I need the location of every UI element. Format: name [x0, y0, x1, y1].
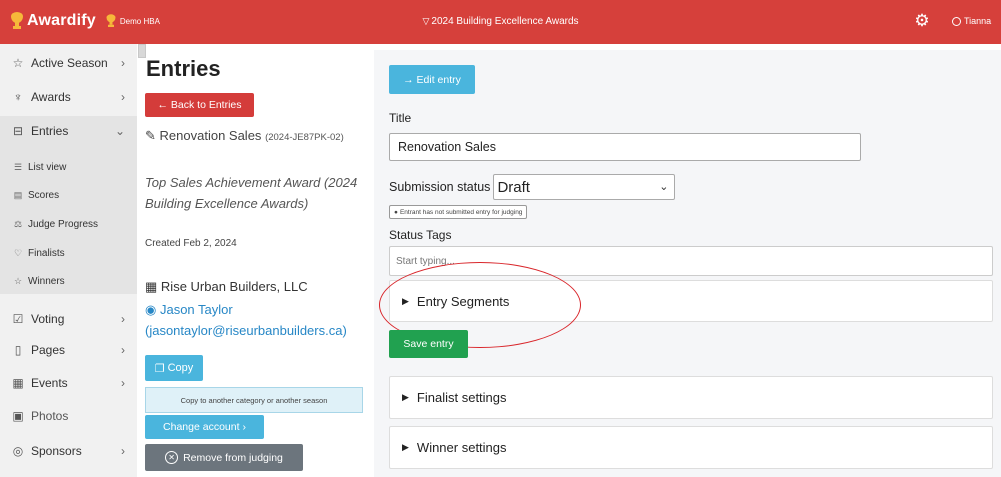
accordion-label: Entry Segments: [416, 293, 510, 309]
edit-entry-button[interactable]: → Edit entry: [389, 65, 475, 94]
entry-segments-accordion[interactable]: ▶ Entry Segments: [389, 280, 993, 322]
gavel-icon: ✕: [165, 451, 179, 464]
entry-name: Renovation Sales: [159, 128, 262, 143]
remove-from-judging-button[interactable]: ✕ Remove from judging: [145, 444, 303, 471]
user-name: Tianna: [964, 16, 992, 26]
chevron-right-icon: ›: [121, 444, 125, 458]
award-name: Top Sales Achievement Award (2024 Buildi…: [145, 175, 358, 211]
list-icon: ☰: [13, 161, 23, 172]
change-account-button[interactable]: Change account ›: [145, 415, 264, 439]
chevron-down-icon: ⌄: [114, 124, 125, 138]
file-icon: ▯: [14, 343, 22, 357]
top-navbar: Awardify Demo HBA ▽ 2024 Building Excelle…: [0, 0, 1001, 44]
contact-name: Jason Taylor: [159, 302, 233, 317]
sidebar-item-sponsors[interactable]: ◎ Sponsors ›: [0, 438, 137, 464]
accordion-label: Finalist settings: [416, 390, 507, 405]
sidebar-subitem-finalists[interactable]: ♡ Finalists: [0, 242, 137, 264]
sidebar-subitem-winners[interactable]: ☆ Winners: [0, 270, 137, 292]
page-title: Entries: [146, 56, 221, 81]
user-icon: [952, 16, 961, 26]
sidebar-item-entries[interactable]: ⊟ Entries ⌄: [0, 116, 137, 146]
scroll-handle[interactable]: [138, 44, 146, 58]
accordion-label: Winner settings: [416, 440, 507, 455]
copy-icon: ❐: [154, 362, 165, 375]
caret-right-icon: ▶: [402, 392, 409, 402]
caret-right-icon: ▶: [402, 295, 409, 306]
finalist-settings-accordion[interactable]: ▶ Finalist settings: [389, 376, 993, 419]
submission-status-row: Submission status Draft ⌄: [389, 174, 676, 200]
sidebar-item-label: Pages: [31, 343, 66, 357]
sidebar-item-label: Entries: [31, 124, 69, 138]
chevron-down-icon: ⌄: [659, 181, 669, 193]
ballot-icon: ☑: [12, 312, 24, 326]
title-input[interactable]: Renovation Sales: [389, 133, 861, 161]
filter-icon: ▽: [422, 16, 430, 26]
sidebar-subitem-label: Judge Progress: [28, 218, 99, 230]
sidebar-item-label: Voting: [31, 312, 65, 326]
building-icon: ▦: [145, 279, 158, 294]
user-menu[interactable]: Tianna: [952, 16, 991, 26]
copy-button[interactable]: ❐ Copy: [145, 355, 203, 381]
sidebar-item-events[interactable]: ▦ Events ›: [0, 370, 137, 396]
star-icon: ☆: [12, 56, 24, 70]
status-hint: ● Entrant has not submitted entry for ju…: [389, 205, 528, 219]
info-icon: ●: [394, 208, 398, 216]
inbox-icon: ⊟: [12, 124, 24, 138]
chevron-right-icon: ›: [121, 312, 125, 326]
sidebar-subitem-judge-progress[interactable]: ⚖ Judge Progress: [0, 213, 137, 235]
status-tags-input[interactable]: Start typing...: [389, 246, 993, 276]
sponsors-icon: ◎: [12, 444, 24, 458]
contact-email: (jasontaylor@riseurbanbuilders.ca): [145, 323, 347, 338]
user-circle-icon: ◉: [145, 302, 157, 317]
sidebar-subitem-label: Winners: [28, 275, 65, 287]
status-tags-label: Status Tags: [389, 228, 452, 242]
edit-icon: ✎: [145, 128, 156, 143]
star-icon: ☆: [13, 275, 23, 286]
gear-icon[interactable]: ⚙: [912, 11, 932, 31]
sidebar-subitem-scores[interactable]: ▤ Scores: [0, 184, 137, 206]
sidebar-subitem-list-view[interactable]: ☰ List view: [0, 156, 137, 178]
season-title: 2024 Building Excellence Awards: [431, 16, 579, 27]
submission-status-label: Submission status: [389, 180, 491, 194]
company-name: ▦ Rise Urban Builders, LLC: [145, 279, 308, 294]
submission-status-select[interactable]: Draft ⌄: [493, 174, 676, 200]
caret-right-icon: ▶: [402, 442, 409, 452]
created-date: Created Feb 2, 2024: [145, 238, 237, 249]
sidebar-subitem-label: List view: [28, 161, 67, 173]
heart-icon: ♡: [13, 247, 23, 258]
sidebar-item-photos[interactable]: ▣ Photos: [0, 403, 137, 429]
sidebar-item-label: Photos: [31, 409, 69, 423]
chevron-right-icon: ›: [121, 343, 125, 357]
sidebar-subitem-label: Finalists: [28, 247, 65, 259]
trophy-icon: ♆: [13, 90, 23, 104]
entry-heading: ✎ Renovation Sales (2024-JE87PK-02): [145, 127, 375, 146]
winner-settings-accordion[interactable]: ▶ Winner settings: [389, 426, 993, 469]
chevron-right-icon: ›: [121, 90, 125, 104]
sidebar-item-label: Awards: [31, 90, 71, 104]
scores-icon: ▤: [13, 189, 23, 200]
sidebar-subitem-label: Scores: [28, 189, 60, 201]
image-icon: ▣: [12, 409, 24, 423]
sidebar-item-label: Sponsors: [31, 444, 82, 458]
copy-note: Copy to another category or another seas…: [145, 387, 363, 413]
chevron-right-icon: ›: [121, 56, 125, 70]
calendar-icon: ▦: [12, 376, 24, 390]
season-selector[interactable]: ▽ 2024 Building Excellence Awards: [0, 16, 1001, 27]
title-label: Title: [389, 111, 412, 125]
chevron-right-icon: ›: [121, 376, 125, 390]
save-entry-button[interactable]: Save entry: [389, 330, 468, 358]
sidebar-item-active-season[interactable]: ☆ Active Season ›: [0, 50, 137, 76]
sidebar-item-pages[interactable]: ▯ Pages ›: [0, 337, 137, 363]
sidebar-item-voting[interactable]: ☑ Voting ›: [0, 306, 137, 332]
entry-code: (2024-JE87PK-02): [265, 132, 344, 143]
back-to-entries-button[interactable]: ← Back to Entries: [145, 93, 254, 117]
sidebar-item-label: Events: [31, 376, 68, 390]
contact-link[interactable]: ◉ Jason Taylor (jasontaylor@riseurbanbui…: [145, 299, 385, 341]
sidebar-item-awards[interactable]: ♆ Awards ›: [0, 84, 137, 110]
sidebar-item-label: Active Season: [31, 56, 108, 70]
gavel-icon: ⚖: [13, 218, 23, 229]
